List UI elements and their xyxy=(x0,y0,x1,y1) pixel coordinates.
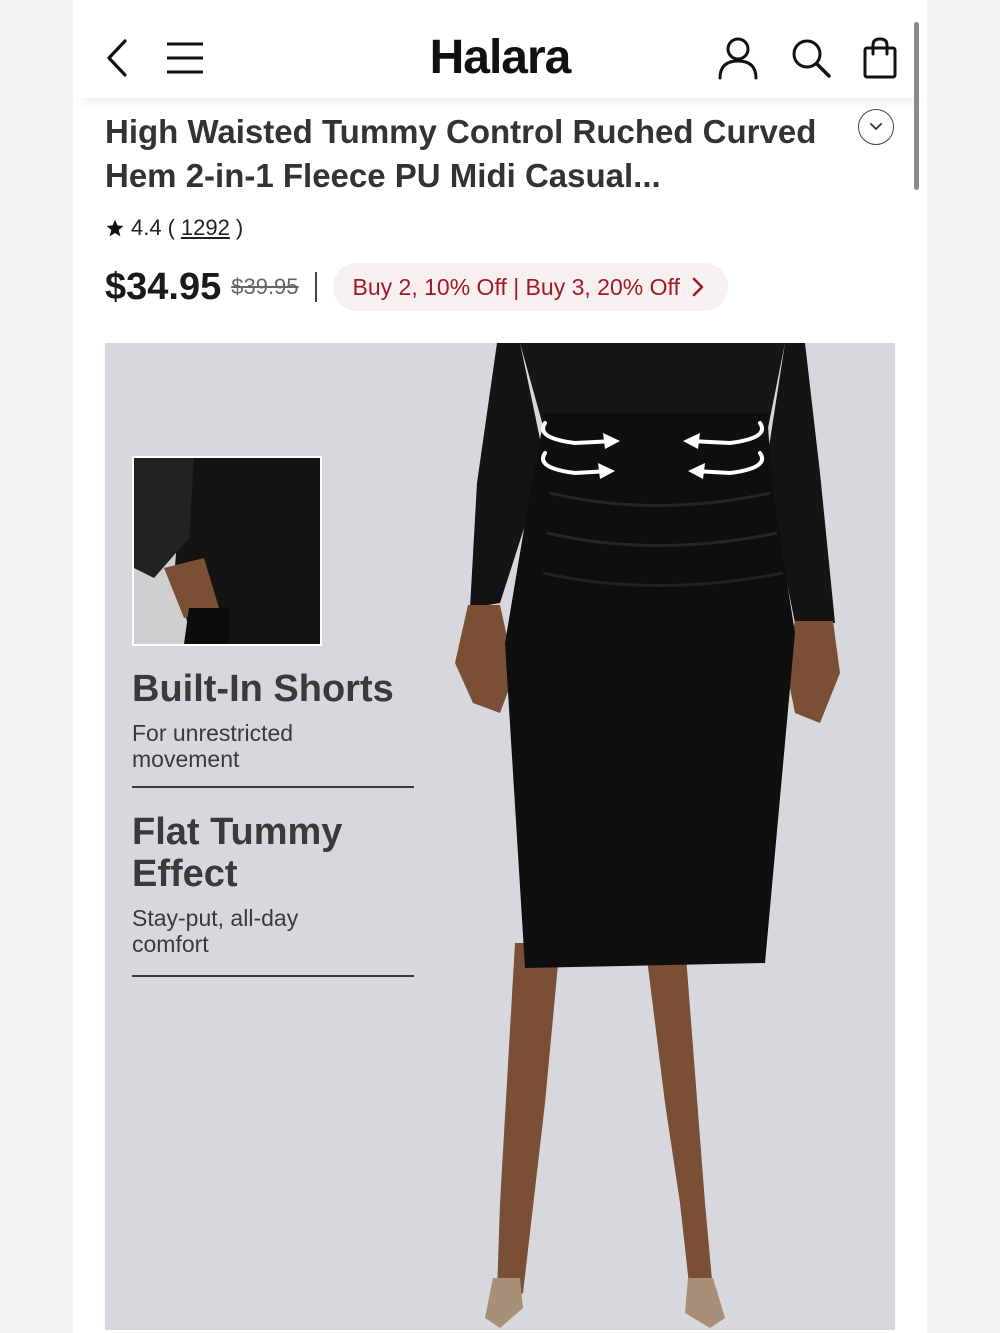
paren-close: ) xyxy=(235,215,244,240)
review-count-link[interactable]: 1292 xyxy=(181,215,230,241)
product-title: High Waisted Tummy Control Ruched Curved… xyxy=(105,113,817,194)
hamburger-menu-icon xyxy=(167,42,203,74)
back-button[interactable] xyxy=(99,36,135,80)
feature-flat-tummy: Flat Tummy Effect Stay-put, all-day comf… xyxy=(132,811,414,977)
product-page: Halara High Waisted Tummy Control Ruched… xyxy=(73,0,927,1333)
feature-thumbnail-image[interactable] xyxy=(132,456,322,646)
star-icon xyxy=(105,218,125,238)
feature-subtitle: Stay-put, all-day comfort xyxy=(132,905,299,957)
scrollbar-thumb[interactable] xyxy=(914,22,919,190)
cart-button[interactable] xyxy=(855,34,905,82)
account-icon xyxy=(718,37,758,80)
rating-value: 4.4 xyxy=(131,215,162,240)
price-row: $34.95 $39.95 Buy 2, 10% Off | Buy 3, 20… xyxy=(105,262,728,312)
feature-divider xyxy=(132,975,414,977)
promo-text: Buy 2, 10% Off | Buy 3, 20% Off xyxy=(352,273,680,300)
feature-subtitle: For unrestricted movement xyxy=(132,720,294,772)
paren-open: ( xyxy=(167,215,175,240)
thumbnail-figure-illustration xyxy=(134,458,320,644)
shopping-bag-icon xyxy=(863,37,897,79)
menu-button[interactable] xyxy=(163,36,207,80)
chevron-right-icon xyxy=(692,277,704,297)
search-button[interactable] xyxy=(786,34,836,82)
chevron-down-icon xyxy=(870,123,882,130)
promo-offer-button[interactable]: Buy 2, 10% Off | Buy 3, 20% Off xyxy=(332,263,728,311)
product-rating[interactable]: 4.4 ( 1292 ) xyxy=(105,212,249,244)
product-main-image[interactable]: Built-In Shorts For unrestricted movemen… xyxy=(105,343,895,1330)
brand-logo[interactable]: Halara xyxy=(400,30,600,86)
expand-title-button[interactable] xyxy=(858,109,894,145)
current-price: $34.95 xyxy=(105,265,222,308)
feature-divider xyxy=(132,786,414,788)
original-price: $39.95 xyxy=(231,274,299,299)
search-icon xyxy=(792,39,831,78)
feature-built-in-shorts: Built-In Shorts For unrestricted movemen… xyxy=(132,668,414,788)
account-button[interactable] xyxy=(713,34,763,82)
feature-title: Flat Tummy Effect xyxy=(132,811,343,895)
top-navigation-bar: Halara xyxy=(73,0,927,98)
feature-title: Built-In Shorts xyxy=(132,668,394,710)
price-divider xyxy=(314,272,317,302)
back-chevron-icon xyxy=(107,39,127,77)
